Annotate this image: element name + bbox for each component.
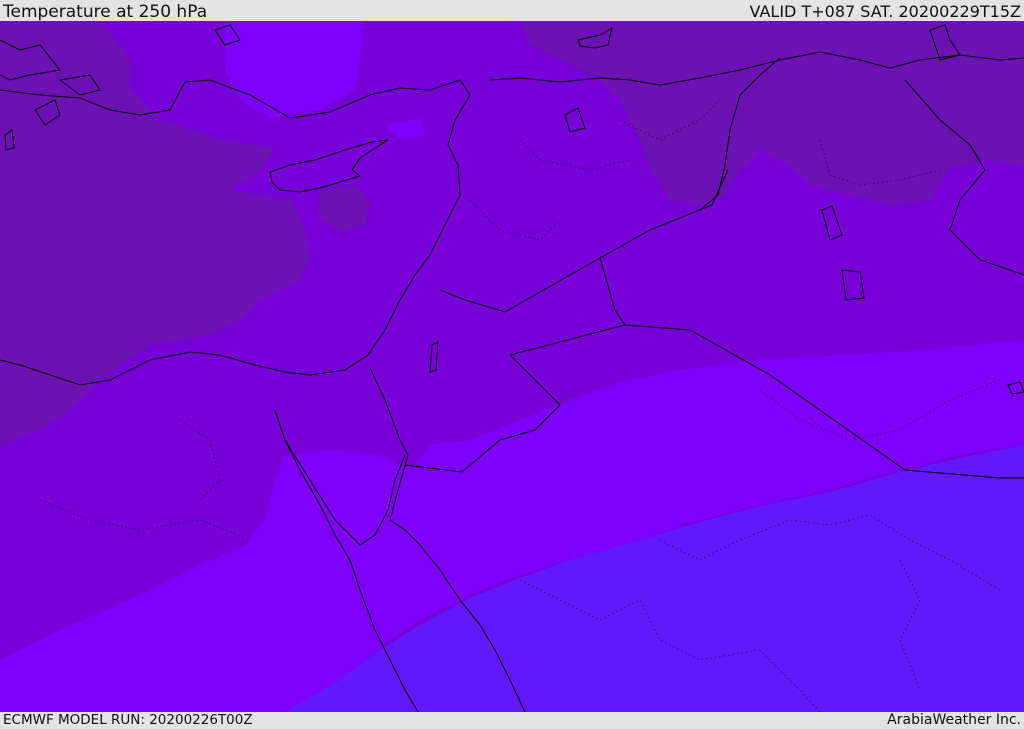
valid-time-label: VALID T+087 SAT. 20200229T15Z	[749, 2, 1021, 21]
model-run-label: ECMWF MODEL RUN: 20200226T00Z	[3, 712, 253, 728]
temperature-map	[0, 21, 1024, 712]
map-title: Temperature at 250 hPa	[3, 2, 208, 22]
footer-bar: ECMWF MODEL RUN: 20200226T00Z ArabiaWeat…	[0, 712, 1024, 729]
header-bar: Temperature at 250 hPa VALID T+087 SAT. …	[0, 0, 1024, 22]
credit-label: ArabiaWeather Inc.	[887, 712, 1021, 728]
